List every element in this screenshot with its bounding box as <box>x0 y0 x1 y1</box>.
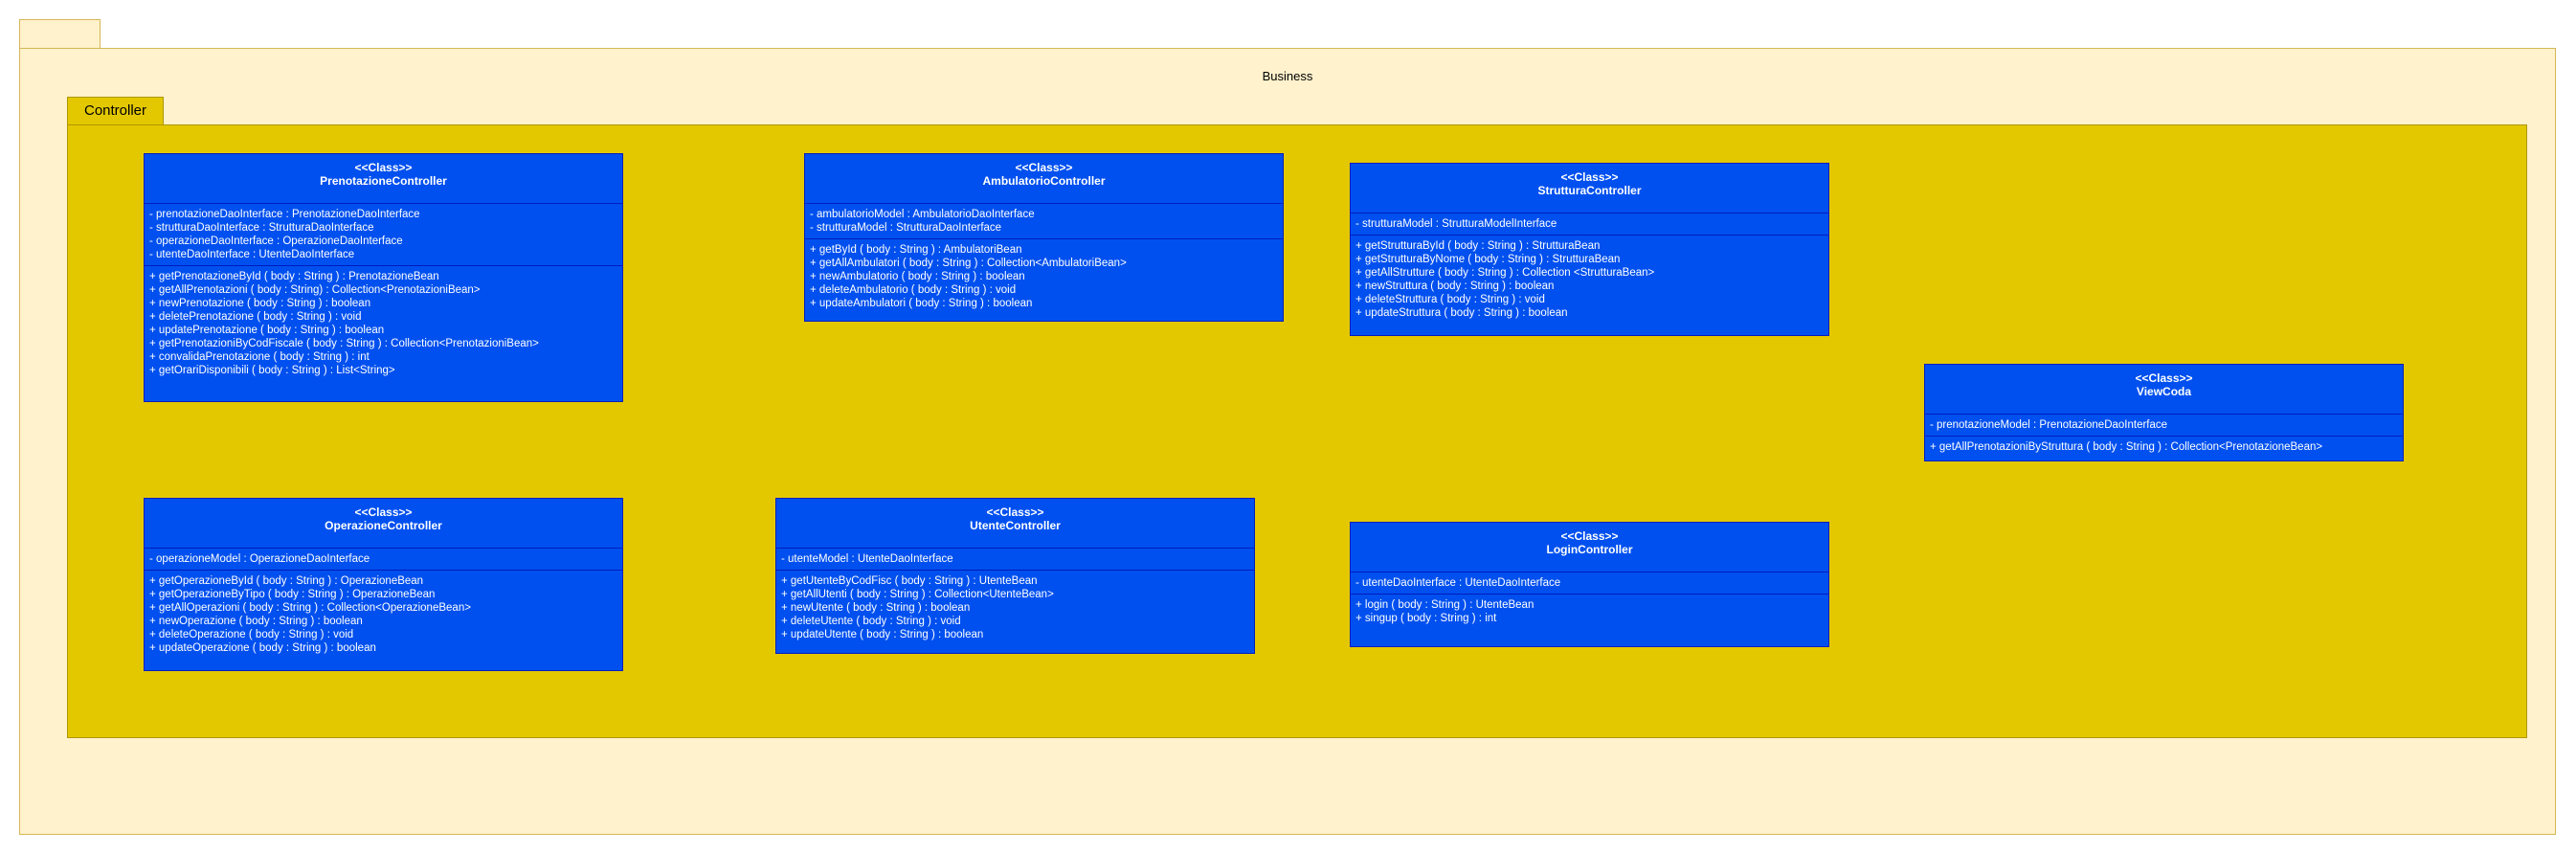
class-attribute: - utenteDaoInterface : UtenteDaoInterfac… <box>149 249 355 260</box>
class-method: + deleteOperazione ( body : String ) : v… <box>149 629 354 640</box>
class-method: + getOrariDisponibili ( body : String ) … <box>149 365 395 376</box>
class-name: PrenotazioneController <box>320 174 447 188</box>
class-prenotazione-controller[interactable]: <<Class>> PrenotazioneController - preno… <box>144 153 623 402</box>
business-package-title: Business <box>1262 69 1313 83</box>
class-attribute: - prenotazioneModel : PrenotazioneDaoInt… <box>1930 419 2168 431</box>
class-method: + updatePrenotazione ( body : String ) :… <box>149 325 385 336</box>
class-stereotype: <<Class>> <box>986 505 1044 519</box>
class-method: + getStrutturaByNome ( body : String ) :… <box>1355 254 1621 265</box>
class-name: LoginController <box>1546 543 1633 556</box>
class-methods: + getStrutturaById ( body : String ) : S… <box>1351 236 1828 324</box>
business-package-tab <box>19 19 101 49</box>
class-method: + deleteUtente ( body : String ) : void <box>781 616 961 627</box>
class-struttura-controller[interactable]: <<Class>> StrutturaController - struttur… <box>1350 163 1829 336</box>
class-methods: + getOperazioneById ( body : String ) : … <box>145 571 622 659</box>
class-attribute: - utenteModel : UtenteDaoInterface <box>781 553 953 565</box>
controller-package-tab: Controller <box>67 97 164 125</box>
class-method: + getAllOperazioni ( body : String ) : C… <box>149 602 471 614</box>
class-method: + deleteAmbulatorio ( body : String ) : … <box>810 284 1017 296</box>
class-ambulatorio-controller[interactable]: <<Class>> AmbulatorioController - ambula… <box>804 153 1284 322</box>
class-name: OperazioneController <box>325 519 442 532</box>
class-method: + getPrenotazioneById ( body : String ) … <box>149 271 439 282</box>
class-method: + getAllStrutture ( body : String ) : Co… <box>1355 267 1655 279</box>
class-method: + getOperazioneByTipo ( body : String ) … <box>149 589 436 600</box>
class-header: <<Class>> LoginController <box>1351 523 1828 572</box>
class-method: + deleteStruttura ( body : String ) : vo… <box>1355 294 1545 305</box>
class-method: + getStrutturaById ( body : String ) : S… <box>1355 240 1601 252</box>
class-name: StrutturaController <box>1537 184 1642 197</box>
class-method: + getAllPrenotazioni ( body : String) : … <box>149 284 481 296</box>
class-method: + getAllPrenotazioniByStruttura ( body :… <box>1930 441 2323 453</box>
class-attributes: - ambulatorioModel : AmbulatorioDaoInter… <box>805 204 1283 239</box>
class-methods: + getById ( body : String ) : Ambulatori… <box>805 239 1283 314</box>
class-method: + getById ( body : String ) : Ambulatori… <box>810 244 1022 256</box>
class-stereotype: <<Class>> <box>1560 529 1619 543</box>
class-method: + getPrenotazioniByCodFiscale ( body : S… <box>149 338 539 349</box>
class-stereotype: <<Class>> <box>1560 170 1619 184</box>
class-methods: + login ( body : String ) : UtenteBean + … <box>1351 595 1828 629</box>
class-stereotype: <<Class>> <box>354 161 413 174</box>
class-stereotype: <<Class>> <box>1015 161 1073 174</box>
class-attributes: - operazioneModel : OperazioneDaoInterfa… <box>145 549 622 571</box>
class-name: AmbulatorioController <box>982 174 1106 188</box>
class-method: + getAllUtenti ( body : String ) : Colle… <box>781 589 1054 600</box>
class-attribute: - operazioneDaoInterface : OperazioneDao… <box>149 236 403 247</box>
class-stereotype: <<Class>> <box>2135 371 2193 385</box>
class-name: UtenteController <box>970 519 1061 532</box>
class-stereotype: <<Class>> <box>354 505 413 519</box>
class-method: + getAllAmbulatori ( body : String ) : C… <box>810 258 1127 269</box>
class-method: + newPrenotazione ( body : String ) : bo… <box>149 298 371 309</box>
class-view-coda[interactable]: <<Class>> ViewCoda - prenotazioneModel :… <box>1924 364 2404 461</box>
class-attribute: - utenteDaoInterface : UtenteDaoInterfac… <box>1355 577 1561 589</box>
class-method: + singup ( body : String ) : int <box>1355 613 1497 624</box>
class-attribute: - operazioneModel : OperazioneDaoInterfa… <box>149 553 370 565</box>
class-method: + updateOperazione ( body : String ) : b… <box>149 642 376 654</box>
class-method: + login ( body : String ) : UtenteBean <box>1355 599 1534 611</box>
class-attribute: - strutturaModel : StrutturaDaoInterface <box>810 222 1002 234</box>
class-methods: + getPrenotazioneById ( body : String ) … <box>145 266 622 381</box>
class-attribute: - prenotazioneDaoInterface : Prenotazion… <box>149 209 420 220</box>
class-method: + newAmbulatorio ( body : String ) : boo… <box>810 271 1025 282</box>
class-methods: + getAllPrenotazioniByStruttura ( body :… <box>1925 437 2403 458</box>
class-method: + newOperazione ( body : String ) : bool… <box>149 616 363 627</box>
class-header: <<Class>> OperazioneController <box>145 499 622 549</box>
class-header: <<Class>> AmbulatorioController <box>805 154 1283 204</box>
class-attributes: - utenteModel : UtenteDaoInterface <box>776 549 1254 571</box>
class-header: <<Class>> PrenotazioneController <box>145 154 622 204</box>
class-attributes: - strutturaModel : StrutturaModelInterfa… <box>1351 213 1828 236</box>
class-utente-controller[interactable]: <<Class>> UtenteController - utenteModel… <box>775 498 1255 654</box>
class-operazione-controller[interactable]: <<Class>> OperazioneController - operazi… <box>144 498 623 671</box>
class-method: + newUtente ( body : String ) : boolean <box>781 602 971 614</box>
class-attribute: - ambulatorioModel : AmbulatorioDaoInter… <box>810 209 1035 220</box>
class-method: + getOperazioneById ( body : String ) : … <box>149 575 424 587</box>
class-method: + updateUtente ( body : String ) : boole… <box>781 629 984 640</box>
class-method: + getUtenteByCodFisc ( body : String ) :… <box>781 575 1038 587</box>
class-attribute: - strutturaModel : StrutturaModelInterfa… <box>1355 218 1557 230</box>
class-header: <<Class>> StrutturaController <box>1351 164 1828 213</box>
class-method: + convalidaPrenotazione ( body : String … <box>149 351 370 363</box>
class-attributes: - prenotazioneDaoInterface : Prenotazion… <box>145 204 622 266</box>
class-login-controller[interactable]: <<Class>> LoginController - utenteDaoInt… <box>1350 522 1829 647</box>
class-methods: + getUtenteByCodFisc ( body : String ) :… <box>776 571 1254 645</box>
class-name: ViewCoda <box>2136 385 2192 398</box>
class-method: + updateAmbulatori ( body : String ) : b… <box>810 298 1033 309</box>
class-header: <<Class>> ViewCoda <box>1925 365 2403 415</box>
class-method: + newStruttura ( body : String ) : boole… <box>1355 281 1555 292</box>
class-header: <<Class>> UtenteController <box>776 499 1254 549</box>
class-attributes: - prenotazioneModel : PrenotazioneDaoInt… <box>1925 415 2403 437</box>
class-method: + updateStruttura ( body : String ) : bo… <box>1355 307 1568 319</box>
class-attributes: - utenteDaoInterface : UtenteDaoInterfac… <box>1351 572 1828 595</box>
class-method: + deletePrenotazione ( body : String ) :… <box>149 311 362 323</box>
class-attribute: - strutturaDaoInterface : StrutturaDaoIn… <box>149 222 374 234</box>
